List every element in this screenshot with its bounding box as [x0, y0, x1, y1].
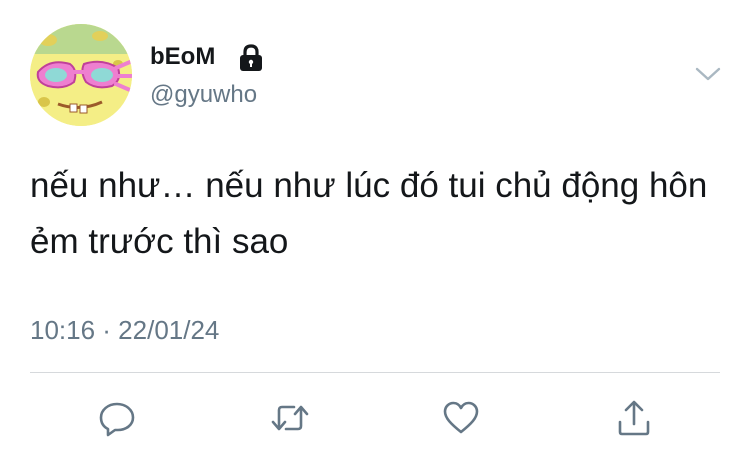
speech-bubble-icon	[99, 402, 135, 437]
share-button[interactable]	[614, 398, 654, 438]
retweet-button[interactable]	[270, 398, 310, 438]
tweet-menu-button[interactable]	[692, 62, 724, 86]
tweet-text: nếu như… nếu như lúc đó tui chủ động hôn…	[30, 166, 708, 261]
reply-button[interactable]	[97, 398, 137, 438]
divider	[30, 372, 720, 373]
tweet-timestamp[interactable]: 10:16 · 22/01/24	[30, 314, 219, 346]
like-button[interactable]	[441, 398, 481, 438]
spongebob-avatar-icon	[30, 24, 132, 126]
share-upload-icon	[618, 400, 650, 436]
chevron-down-icon	[695, 67, 721, 81]
display-name[interactable]: bEoM	[150, 42, 215, 72]
avatar[interactable]	[30, 24, 132, 126]
lock-icon	[236, 44, 266, 72]
heart-icon	[443, 401, 479, 434]
tweet-card: bEoM @gyuwho nếu như… nếu như lúc đó tui…	[0, 0, 750, 461]
user-handle[interactable]: @gyuwho	[150, 80, 257, 110]
retweet-arrows-icon	[271, 405, 309, 431]
